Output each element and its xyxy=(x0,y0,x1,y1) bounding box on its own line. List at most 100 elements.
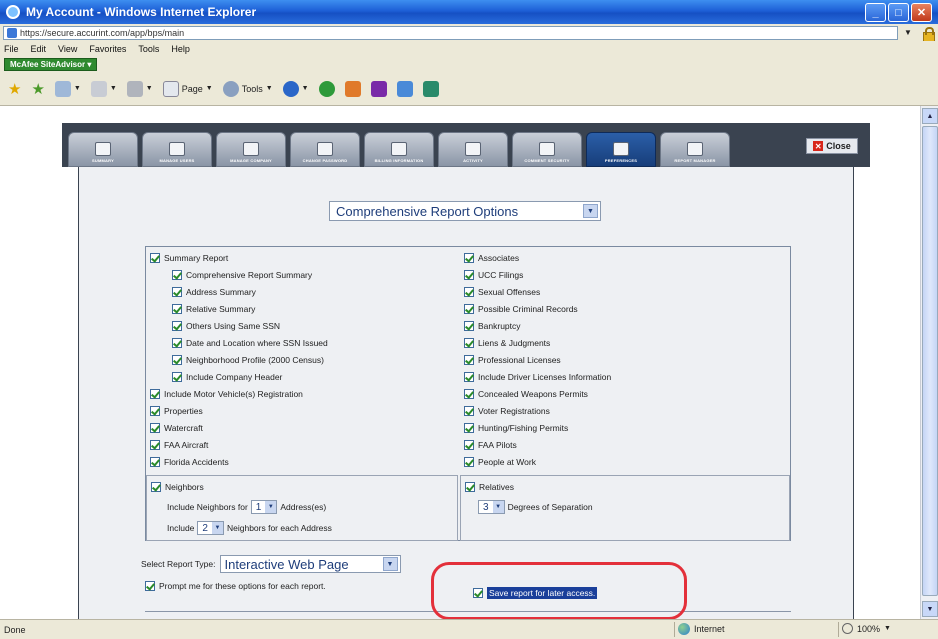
scroll-thumb[interactable] xyxy=(922,126,938,596)
option-others-using-same-ssn[interactable]: Others Using Same SSN xyxy=(172,321,280,331)
maximize-icon[interactable]: □ xyxy=(888,3,909,22)
option-prompt-each-report[interactable]: Prompt me for these options for each rep… xyxy=(145,581,326,591)
chevron-down-icon[interactable]: ▼ xyxy=(583,204,598,218)
checkbox[interactable] xyxy=(464,338,474,348)
scroll-up-icon[interactable]: ▲ xyxy=(922,108,938,124)
menu-file[interactable]: File xyxy=(4,44,19,54)
vertical-scrollbar[interactable]: ▲ ▼ xyxy=(920,106,938,619)
menu-edit[interactable]: Edit xyxy=(31,44,47,54)
url-dropdown-icon[interactable]: ▼ xyxy=(901,26,915,40)
option-watercraft[interactable]: Watercraft xyxy=(150,423,203,433)
option-address-summary[interactable]: Address Summary xyxy=(172,287,256,297)
checkbox[interactable] xyxy=(172,372,182,382)
option-motor-vehicle[interactable]: Include Motor Vehicle(s) Registration xyxy=(150,389,303,399)
print-button[interactable]: ▼ xyxy=(126,80,153,97)
option-properties[interactable]: Properties xyxy=(150,406,203,416)
close-button[interactable]: ✕ Close xyxy=(806,138,858,154)
add-favorites-icon[interactable]: ★ xyxy=(31,80,44,98)
option-faa-pilots[interactable]: FAA Pilots xyxy=(464,440,517,450)
menu-favorites[interactable]: Favorites xyxy=(89,44,126,54)
neighbors-address-select[interactable]: 1 ▼ xyxy=(250,500,278,514)
checkbox[interactable] xyxy=(464,372,474,382)
checkbox[interactable] xyxy=(172,338,182,348)
zoom-control[interactable]: 100% ▼ xyxy=(842,623,891,634)
checkbox[interactable] xyxy=(172,304,182,314)
option-people-at-work[interactable]: People at Work xyxy=(464,457,536,467)
checkbox[interactable] xyxy=(150,457,160,467)
checkbox[interactable] xyxy=(150,440,160,450)
report-options-select[interactable]: Comprehensive Report Options ▼ xyxy=(329,201,601,221)
checkbox[interactable] xyxy=(172,321,182,331)
tab-change-password[interactable]: Change Password xyxy=(290,132,360,167)
feeds-button[interactable]: ▼ xyxy=(90,80,117,97)
option-ucc-filings[interactable]: UCC Filings xyxy=(464,270,523,280)
checkbox[interactable] xyxy=(464,287,474,297)
option-associates[interactable]: Associates xyxy=(464,253,519,263)
option-faa-aircraft[interactable]: FAA Aircraft xyxy=(150,440,208,450)
mcafee-siteadvisor-button[interactable]: McAfee SiteAdvisor ▾ xyxy=(4,58,98,71)
option-florida-accidents[interactable]: Florida Accidents xyxy=(150,457,229,467)
tab-report-manager[interactable]: Report Manager xyxy=(660,132,730,167)
option-concealed-weapons[interactable]: Concealed Weapons Permits xyxy=(464,389,588,399)
url-field[interactable]: https://secure.accurint.com/app/bps/main xyxy=(3,25,898,40)
relatives-degrees-select[interactable]: 3 ▼ xyxy=(478,500,505,514)
option-liens-judgments[interactable]: Liens & Judgments xyxy=(464,338,550,348)
minimize-icon[interactable]: _ xyxy=(865,3,886,22)
neighbors-per-address-select[interactable]: 2 ▼ xyxy=(197,521,224,535)
favorites-star-icon[interactable]: ★ xyxy=(8,80,21,98)
help-button[interactable]: ▼ xyxy=(282,80,309,97)
option-voter-registrations[interactable]: Voter Registrations xyxy=(464,406,550,416)
checkbox[interactable] xyxy=(172,287,182,297)
blog-icon[interactable] xyxy=(396,80,413,97)
yahoo-icon[interactable] xyxy=(370,80,387,97)
checkbox[interactable] xyxy=(464,321,474,331)
tab-activity[interactable]: Activity xyxy=(438,132,508,167)
menu-view[interactable]: View xyxy=(58,44,77,54)
option-hunting-fishing[interactable]: Hunting/Fishing Permits xyxy=(464,423,568,433)
checkbox[interactable] xyxy=(172,270,182,280)
tab-summary[interactable]: Summary xyxy=(68,132,138,167)
checkbox[interactable] xyxy=(150,389,160,399)
checkbox[interactable] xyxy=(145,581,155,591)
checkbox[interactable] xyxy=(150,253,160,263)
tools-button[interactable]: Tools ▼ xyxy=(222,80,273,97)
tab-preferences[interactable]: Preferences xyxy=(586,132,656,167)
option-criminal-records[interactable]: Possible Criminal Records xyxy=(464,304,578,314)
option-driver-licenses[interactable]: Include Driver Licenses Information xyxy=(464,372,611,382)
checkbox[interactable] xyxy=(465,482,475,492)
option-neighborhood-profile[interactable]: Neighborhood Profile (2000 Census) xyxy=(172,355,324,365)
close-window-icon[interactable]: ✕ xyxy=(911,3,932,22)
checkbox[interactable] xyxy=(464,389,474,399)
checkbox[interactable] xyxy=(151,482,161,492)
tab-manage-users[interactable]: Manage Users xyxy=(142,132,212,167)
option-summary-report[interactable]: Summary Report xyxy=(150,253,228,263)
messenger-icon[interactable] xyxy=(344,80,361,97)
page-button[interactable]: Page ▼ xyxy=(162,80,213,97)
report-type-select[interactable]: Interactive Web Page ▼ xyxy=(219,555,401,573)
checkbox[interactable] xyxy=(464,304,474,314)
checkbox[interactable] xyxy=(150,423,160,433)
lock-icon[interactable] xyxy=(921,26,935,42)
checkbox[interactable] xyxy=(464,355,474,365)
checkbox[interactable] xyxy=(464,457,474,467)
option-company-header[interactable]: Include Company Header xyxy=(172,372,282,382)
tab-billing-information[interactable]: Billing Information xyxy=(364,132,434,167)
checkbox[interactable] xyxy=(464,440,474,450)
security-zone[interactable]: Internet xyxy=(678,623,725,635)
checkbox[interactable] xyxy=(150,406,160,416)
tab-comment-security[interactable]: Comment Security xyxy=(512,132,582,167)
scroll-down-icon[interactable]: ▼ xyxy=(922,601,938,617)
checkbox[interactable] xyxy=(464,423,474,433)
option-sexual-offenses[interactable]: Sexual Offenses xyxy=(464,287,540,297)
option-ssn-issued[interactable]: Date and Location where SSN Issued xyxy=(172,338,328,348)
menu-tools[interactable]: Tools xyxy=(138,44,159,54)
translate-icon[interactable] xyxy=(422,80,439,97)
option-relative-summary[interactable]: Relative Summary xyxy=(172,304,255,314)
option-comprehensive-report-summary[interactable]: Comprehensive Report Summary xyxy=(172,270,312,280)
tab-manage-company[interactable]: Manage Company xyxy=(216,132,286,167)
option-bankruptcy[interactable]: Bankruptcy xyxy=(464,321,521,331)
checkbox[interactable] xyxy=(464,406,474,416)
chevron-down-icon[interactable]: ▼ xyxy=(382,557,398,571)
research-icon[interactable] xyxy=(318,80,335,97)
menu-help[interactable]: Help xyxy=(171,44,190,54)
